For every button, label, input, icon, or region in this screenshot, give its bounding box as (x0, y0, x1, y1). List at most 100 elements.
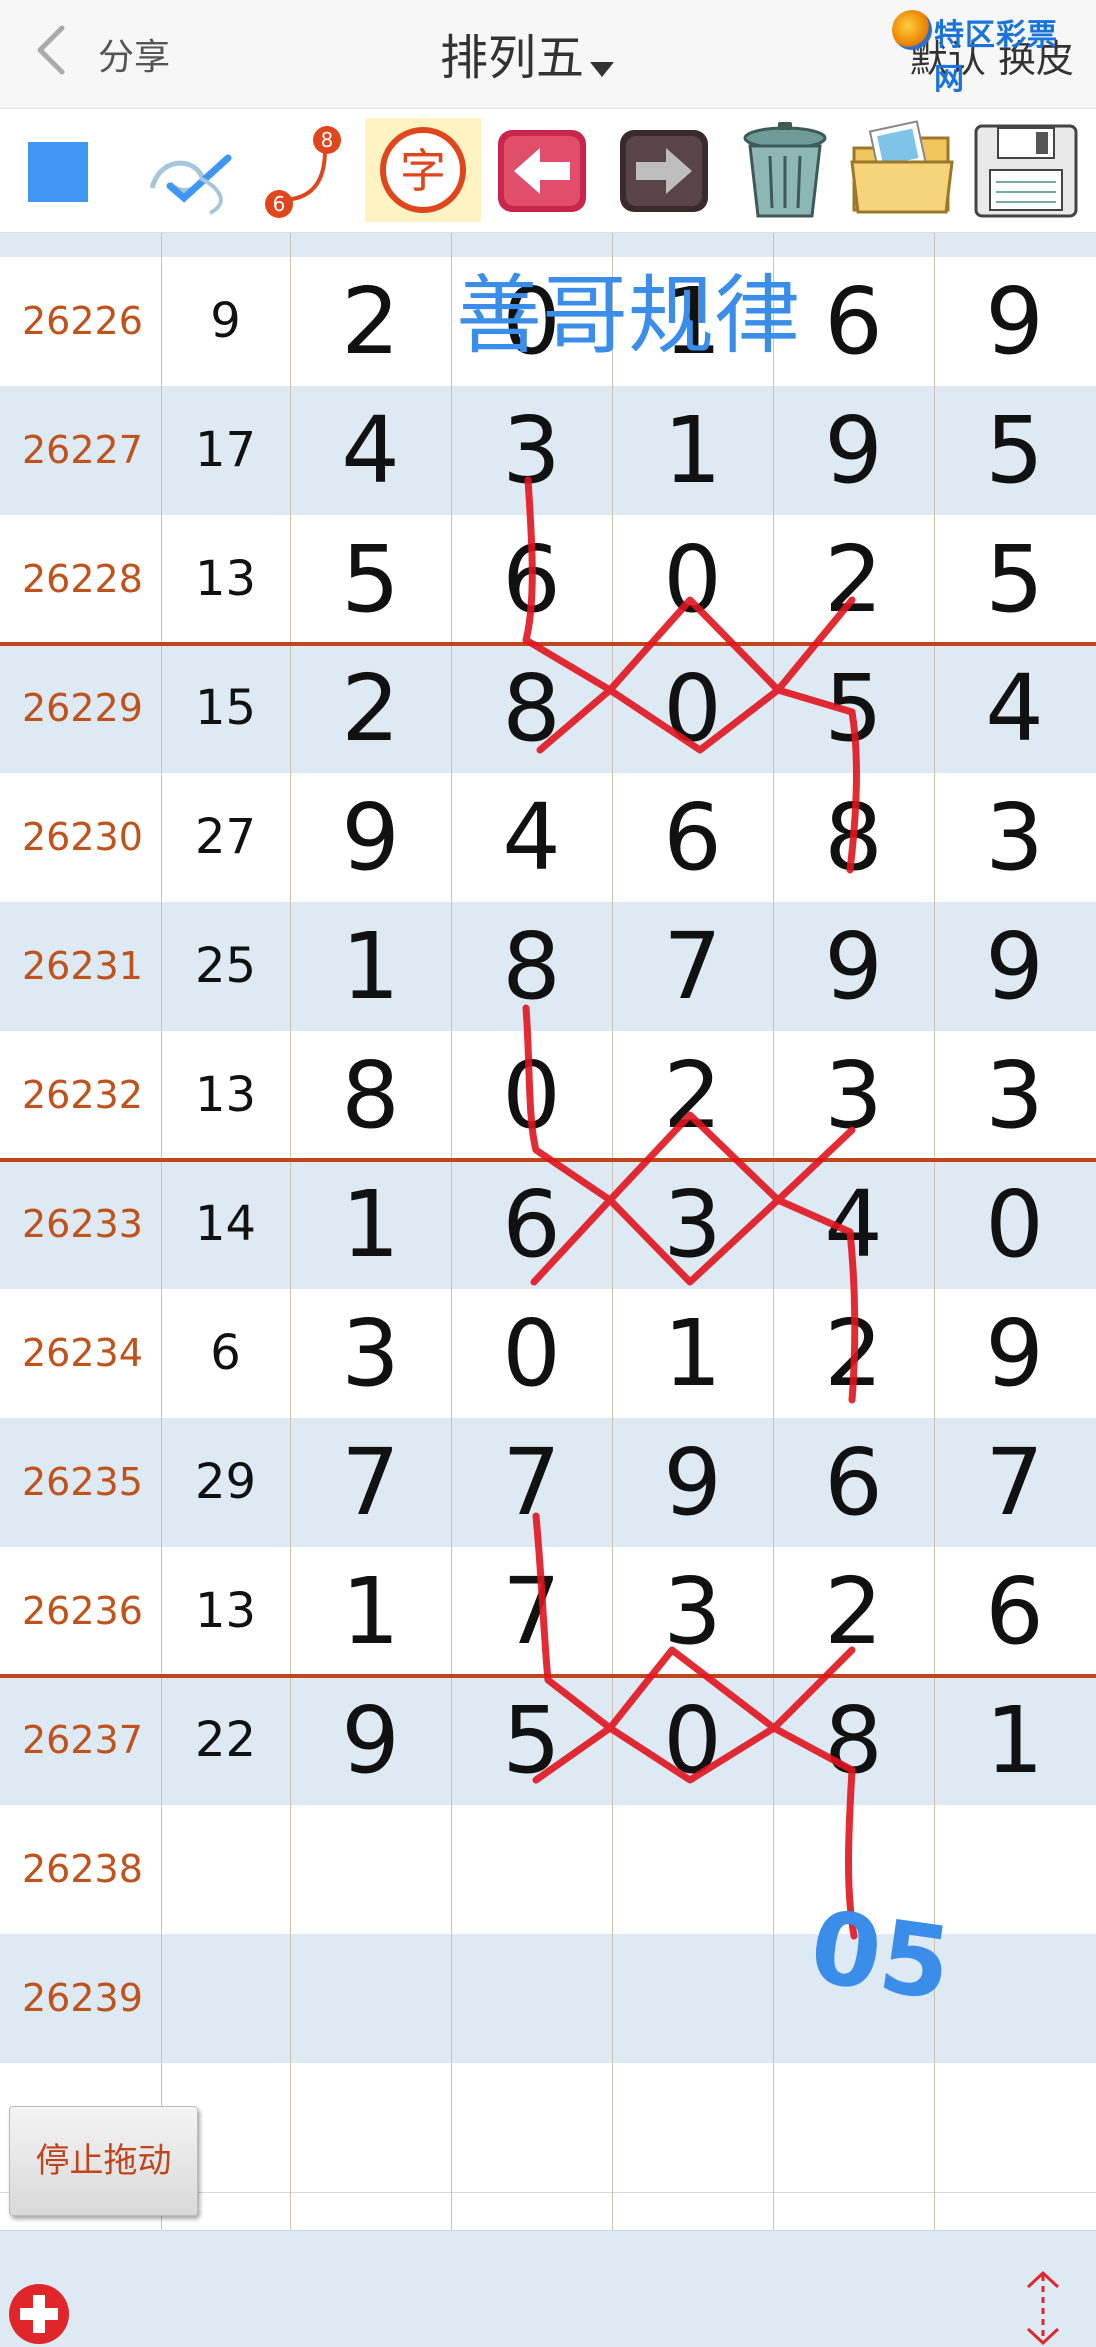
digit-cell[interactable]: 8 (773, 1676, 934, 1805)
table-row[interactable]: 26226 9 2 0 1 6 9 (0, 257, 1096, 387)
digit-cell[interactable]: 7 (290, 1418, 451, 1547)
digit-cell[interactable]: 0 (612, 1676, 773, 1805)
color-square-icon[interactable] (28, 142, 88, 202)
trash-can-icon[interactable] (730, 118, 840, 222)
digit-cell[interactable] (451, 1934, 612, 2063)
table-row[interactable]: 26238 (0, 1805, 1096, 1935)
back-chevron-icon[interactable] (30, 22, 74, 78)
digit-cell[interactable]: 1 (612, 257, 773, 386)
digit-cell[interactable] (773, 2063, 934, 2192)
digit-cell[interactable]: 0 (612, 644, 773, 773)
add-icon[interactable] (6, 2281, 72, 2347)
digit-cell[interactable]: 9 (934, 1289, 1095, 1418)
digit-cell[interactable]: 4 (934, 644, 1095, 773)
digit-cell[interactable]: 0 (451, 1289, 612, 1418)
digit-cell[interactable]: 6 (612, 773, 773, 902)
digit-cell[interactable]: 0 (612, 515, 773, 644)
connector-icon[interactable]: 8 6 (255, 118, 355, 222)
digit-cell[interactable]: 3 (934, 1031, 1095, 1160)
digit-cell[interactable] (451, 2063, 612, 2192)
digit-cell[interactable]: 6 (934, 1547, 1095, 1676)
digit-cell[interactable]: 0 (451, 1031, 612, 1160)
digit-cell[interactable]: 9 (934, 257, 1095, 386)
table-row[interactable]: 26233 14 1 6 3 4 0 (0, 1160, 1096, 1290)
pen-icon[interactable] (140, 118, 240, 222)
digit-cell[interactable] (290, 2063, 451, 2192)
digit-cell[interactable] (934, 1934, 1095, 2063)
table-row[interactable]: 26235 29 7 7 9 6 7 (0, 1418, 1096, 1548)
digit-cell[interactable]: 7 (612, 902, 773, 1031)
digit-cell[interactable]: 2 (773, 1547, 934, 1676)
digit-cell[interactable]: 1 (290, 1160, 451, 1289)
digit-cell[interactable]: 4 (290, 386, 451, 515)
digit-cell[interactable] (451, 1805, 612, 1934)
digit-cell[interactable]: 6 (773, 1418, 934, 1547)
digit-cell[interactable]: 1 (612, 1289, 773, 1418)
digit-cell[interactable]: 6 (773, 257, 934, 386)
redo-arrow-icon[interactable] (614, 118, 714, 222)
digit-cell[interactable]: 5 (773, 644, 934, 773)
table-row[interactable]: 26237 22 9 5 0 8 1 (0, 1676, 1096, 1806)
table-row[interactable]: 26230 27 9 4 6 8 3 (0, 773, 1096, 903)
table-row[interactable]: 26227 17 4 3 1 9 5 (0, 386, 1096, 516)
digit-cell[interactable] (612, 1934, 773, 2063)
digit-cell[interactable]: 3 (934, 773, 1095, 902)
save-disk-icon[interactable] (970, 118, 1082, 222)
undo-arrow-icon[interactable] (492, 118, 592, 222)
table-row[interactable]: 26232 13 8 0 2 3 3 (0, 1031, 1096, 1161)
digit-cell[interactable] (290, 1805, 451, 1934)
digit-cell[interactable]: 8 (451, 902, 612, 1031)
digit-cell[interactable]: 5 (934, 515, 1095, 644)
digit-cell[interactable]: 8 (773, 773, 934, 902)
digit-cell[interactable]: 9 (612, 1418, 773, 1547)
digit-cell[interactable]: 0 (934, 1160, 1095, 1289)
digit-cell[interactable]: 9 (773, 902, 934, 1031)
digit-cell[interactable] (290, 1934, 451, 2063)
table-row[interactable]: 26231 25 1 8 7 9 9 (0, 902, 1096, 1032)
digit-cell[interactable]: 5 (290, 515, 451, 644)
digit-cell[interactable]: 9 (290, 1676, 451, 1805)
stop-drag-button[interactable]: 停止拖动 (9, 2106, 198, 2216)
table-row[interactable]: 26236 13 1 7 3 2 6 (0, 1547, 1096, 1677)
digit-cell[interactable]: 8 (290, 1031, 451, 1160)
digit-cell[interactable]: 4 (451, 773, 612, 902)
digit-cell[interactable]: 1 (934, 1676, 1095, 1805)
digit-cell[interactable]: 6 (451, 1160, 612, 1289)
digit-cell[interactable]: 8 (451, 644, 612, 773)
digit-cell[interactable] (773, 1934, 934, 2063)
digit-cell[interactable]: 4 (773, 1160, 934, 1289)
digit-cell[interactable]: 2 (290, 257, 451, 386)
digit-cell[interactable]: 2 (773, 515, 934, 644)
share-button[interactable]: 分享 (98, 28, 170, 80)
expand-vertical-icon[interactable] (1020, 2269, 1066, 2347)
digit-cell[interactable]: 9 (290, 773, 451, 902)
digit-cell[interactable]: 5 (451, 1676, 612, 1805)
table-row[interactable]: 26228 13 5 6 0 2 5 (0, 515, 1096, 645)
lottery-selector[interactable]: 排列五 (440, 18, 660, 86)
digit-cell[interactable]: 2 (612, 1031, 773, 1160)
digit-cell[interactable]: 7 (451, 1418, 612, 1547)
digit-cell[interactable]: 1 (612, 386, 773, 515)
digit-cell[interactable]: 6 (451, 515, 612, 644)
table-row[interactable]: 26229 15 2 8 0 5 4 (0, 644, 1096, 774)
digit-cell[interactable] (773, 1805, 934, 1934)
digit-cell[interactable]: 2 (773, 1289, 934, 1418)
digit-cell[interactable]: 9 (934, 902, 1095, 1031)
table-row[interactable]: 26234 6 3 0 1 2 9 (0, 1289, 1096, 1419)
digit-cell[interactable]: 5 (934, 386, 1095, 515)
digit-cell[interactable] (612, 1805, 773, 1934)
folder-icon[interactable] (848, 118, 956, 222)
digit-cell[interactable] (934, 1805, 1095, 1934)
digit-cell[interactable]: 3 (612, 1547, 773, 1676)
digit-cell[interactable]: 1 (290, 902, 451, 1031)
digit-cell[interactable]: 3 (290, 1289, 451, 1418)
digit-cell[interactable]: 1 (290, 1547, 451, 1676)
digit-cell[interactable]: 3 (612, 1160, 773, 1289)
digit-cell[interactable]: 9 (773, 386, 934, 515)
digit-cell[interactable]: 3 (773, 1031, 934, 1160)
digit-cell[interactable]: 3 (451, 386, 612, 515)
digit-cell[interactable]: 2 (290, 644, 451, 773)
digit-cell[interactable] (612, 2063, 773, 2192)
text-tool-button[interactable]: 字 (365, 118, 481, 222)
table-row[interactable]: 26239 (0, 1934, 1096, 2064)
